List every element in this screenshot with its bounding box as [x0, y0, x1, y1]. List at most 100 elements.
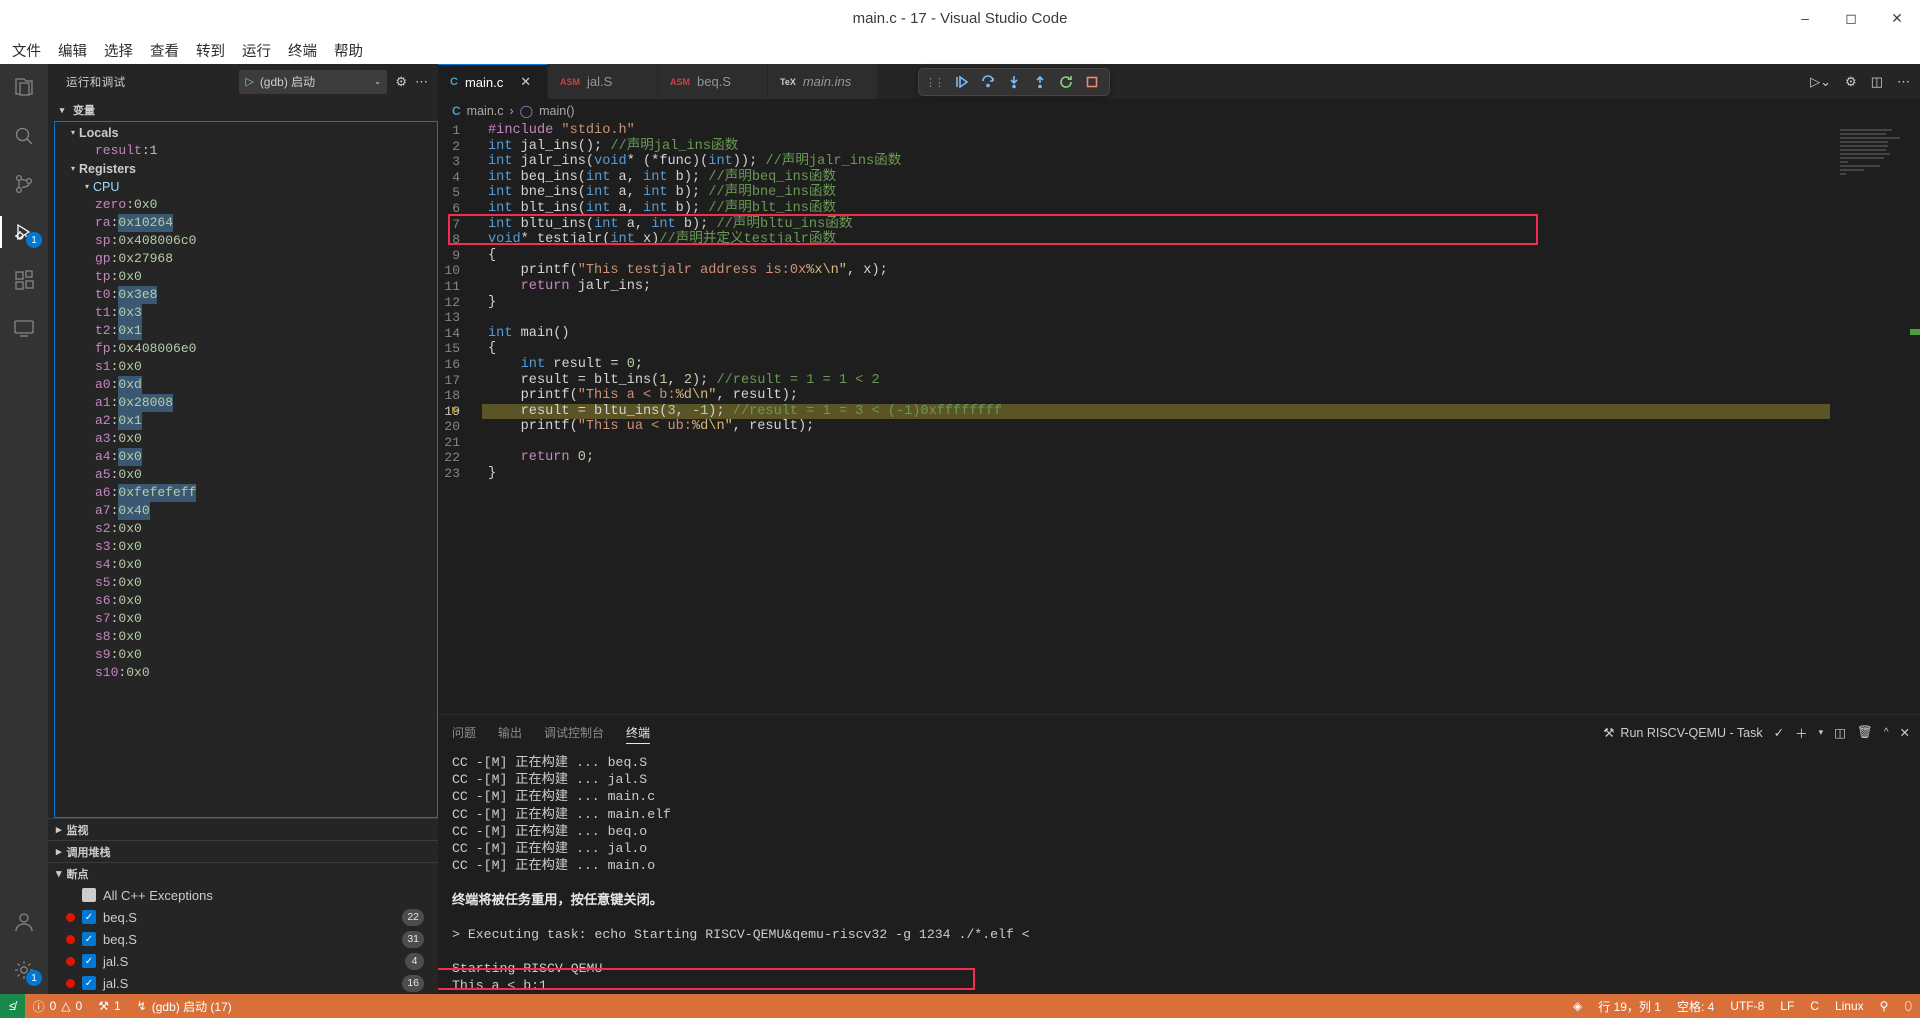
code-line[interactable]: 3int jalr_ins(void* (*func)(int)); //声明j…: [438, 154, 1920, 170]
variable-row[interactable]: s9: 0x0: [55, 646, 437, 664]
breadcrumb-symbol[interactable]: main(): [539, 104, 574, 118]
extensions-icon[interactable]: [0, 256, 48, 304]
settings-gear-icon[interactable]: 1: [0, 946, 48, 994]
chevron-down-icon[interactable]: ▾: [81, 178, 93, 196]
menu-file[interactable]: 文件: [12, 40, 41, 61]
code-editor[interactable]: 1#include "stdio.h"2int jal_ins(); //声明j…: [438, 123, 1920, 714]
variable-row[interactable]: t1: 0x3: [55, 304, 437, 322]
variable-row[interactable]: s7: 0x0: [55, 610, 437, 628]
code-line[interactable]: 1#include "stdio.h": [438, 123, 1920, 139]
variable-row[interactable]: a3: 0x0: [55, 430, 437, 448]
code-line[interactable]: 18 printf("This a < b:%d\n", result);: [438, 388, 1920, 404]
remote-explorer-icon[interactable]: [0, 304, 48, 352]
variable-row[interactable]: gp: 0x27968: [55, 250, 437, 268]
variable-row[interactable]: a4: 0x0: [55, 448, 437, 466]
variable-row[interactable]: a1: 0x28008: [55, 394, 437, 412]
menu-select[interactable]: 选择: [104, 40, 133, 61]
panel-tab-terminal[interactable]: 终端: [626, 715, 650, 750]
step-out-icon[interactable]: [1027, 70, 1053, 94]
maximize-panel-icon[interactable]: ^: [1884, 727, 1889, 738]
split-editor-icon[interactable]: ◫: [1871, 74, 1883, 90]
variable-row[interactable]: result: 1: [55, 142, 437, 160]
code-line[interactable]: 5int bne_ins(int a, int b); //声明bne_ins函…: [438, 185, 1920, 201]
split-terminal-icon[interactable]: ◫: [1834, 725, 1846, 740]
code-line[interactable]: 22 return 0;: [438, 450, 1920, 466]
step-over-icon[interactable]: [975, 70, 1001, 94]
debug-config-status[interactable]: ↯ (gdb) 启动 (17): [129, 994, 240, 1018]
section-watch[interactable]: ▸ 监视: [48, 818, 438, 840]
code-line[interactable]: 23}: [438, 466, 1920, 482]
panel-tab-output[interactable]: 输出: [498, 715, 522, 750]
variable-row[interactable]: s8: 0x0: [55, 628, 437, 646]
code-line[interactable]: 20 printf("This ua < ub:%d\n", result);: [438, 419, 1920, 435]
variables-group-registers[interactable]: ▾Registers: [55, 160, 437, 178]
breakpoint-row[interactable]: ✓jal.S16: [48, 972, 438, 994]
tab-beq-s[interactable]: ASM beq.S: [658, 64, 768, 99]
variable-row[interactable]: zero: 0x0: [55, 196, 437, 214]
code-line[interactable]: 8void* testjalr(int x)//声明并定义testjalr函数: [438, 232, 1920, 248]
tab-jal-s[interactable]: ASM jal.S: [548, 64, 658, 99]
variable-row[interactable]: s4: 0x0: [55, 556, 437, 574]
close-button[interactable]: ✕: [1874, 0, 1920, 36]
section-callstack[interactable]: ▸ 调用堆栈: [48, 840, 438, 862]
code-line[interactable]: 9{: [438, 248, 1920, 264]
close-panel-icon[interactable]: ✕: [1900, 725, 1910, 740]
code-line[interactable]: 6int blt_ins(int a, int b); //声明blt_ins函…: [438, 201, 1920, 217]
search-icon[interactable]: [0, 112, 48, 160]
section-variables[interactable]: ▾ 变量: [48, 99, 438, 121]
breakpoint-checkbox[interactable]: ✓: [82, 954, 96, 968]
continue-icon[interactable]: [949, 70, 975, 94]
breadcrumb-file[interactable]: main.c: [467, 104, 504, 118]
minimap[interactable]: [1840, 129, 1906, 193]
launch-config-dropdown[interactable]: ▷ (gdb) 启动 ⌄: [239, 70, 387, 94]
more-actions-icon[interactable]: ⋯: [1897, 74, 1910, 90]
variable-row[interactable]: t2: 0x1: [55, 322, 437, 340]
start-debug-icon[interactable]: ▷: [245, 75, 253, 88]
breakpoint-checkbox[interactable]: ✓: [82, 932, 96, 946]
terminal-output[interactable]: CC -[M] 正在构建 ... beq.SCC -[M] 正在构建 ... j…: [438, 750, 1920, 994]
close-icon[interactable]: ✕: [520, 74, 531, 90]
open-launch-json-icon[interactable]: ⚙: [395, 74, 407, 90]
variable-row[interactable]: ra: 0x10264: [55, 214, 437, 232]
code-line[interactable]: 2int jal_ins(); //声明jal_ins函数: [438, 139, 1920, 155]
code-line[interactable]: 17 result = blt_ins(1, 2); //result = 1 …: [438, 373, 1920, 389]
tab-main-c[interactable]: C main.c ✕: [438, 64, 548, 99]
errors-warnings-status[interactable]: ⓘ 0 △ 0: [25, 994, 91, 1018]
variables-group-locals[interactable]: ▾Locals: [55, 124, 437, 142]
code-line[interactable]: 16 int result = 0;: [438, 357, 1920, 373]
variables-tree-pane[interactable]: ▾Localsresult: 1▾Registers▾CPUzero: 0x0r…: [54, 121, 438, 818]
breakpoint-checkbox[interactable]: ✓: [82, 976, 96, 990]
code-line[interactable]: 11 return jalr_ins;: [438, 279, 1920, 295]
breakpoint-row[interactable]: All C++ Exceptions: [48, 884, 438, 906]
chevron-down-icon[interactable]: ⌄: [374, 76, 382, 87]
chevron-down-icon[interactable]: ▾: [67, 124, 79, 142]
menu-terminal[interactable]: 终端: [288, 40, 317, 61]
accounts-icon[interactable]: [0, 898, 48, 946]
tab-main-ins[interactable]: TeX main.ins: [768, 64, 878, 99]
variable-row[interactable]: sp: 0x408006c0: [55, 232, 437, 250]
code-line[interactable]: 13: [438, 310, 1920, 326]
breakpoint-checkbox[interactable]: ✓: [82, 910, 96, 924]
breakpoint-row[interactable]: ✓jal.S4: [48, 950, 438, 972]
notifications-icon[interactable]: ⬯: [1896, 994, 1920, 1018]
variable-row[interactable]: a5: 0x0: [55, 466, 437, 484]
platform-status[interactable]: Linux: [1827, 994, 1872, 1018]
breakpoint-row[interactable]: ✓beq.S31: [48, 928, 438, 950]
code-line[interactable]: 4int beq_ins(int a, int b); //声明beq_ins函…: [438, 170, 1920, 186]
variables-group-cpu[interactable]: ▾CPU: [55, 178, 437, 196]
variable-row[interactable]: fp: 0x408006e0: [55, 340, 437, 358]
check-icon[interactable]: ✓: [1774, 725, 1784, 740]
restart-icon[interactable]: [1053, 70, 1079, 94]
language-mode-status[interactable]: C: [1802, 994, 1827, 1018]
code-line[interactable]: 21: [438, 435, 1920, 451]
code-line[interactable]: 15{: [438, 341, 1920, 357]
cursor-position-status[interactable]: 行 19，列 1: [1590, 994, 1669, 1018]
flame-icon[interactable]: ◈: [1565, 994, 1590, 1018]
stop-icon[interactable]: [1079, 70, 1105, 94]
explorer-icon[interactable]: [0, 64, 48, 112]
run-and-debug-icon[interactable]: 1: [0, 208, 48, 256]
terminal-task-selector[interactable]: ⚒ Run RISCV-QEMU - Task: [1603, 725, 1762, 740]
menu-run[interactable]: 运行: [242, 40, 271, 61]
panel-tab-debug-console[interactable]: 调试控制台: [544, 715, 604, 750]
variables-tree[interactable]: ▾Localsresult: 1▾Registers▾CPUzero: 0x0r…: [55, 122, 437, 682]
